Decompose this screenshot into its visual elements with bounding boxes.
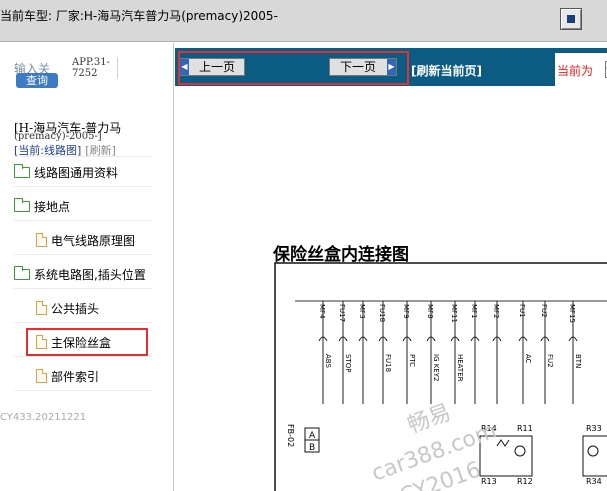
relay-label: R12 <box>517 477 533 486</box>
fuse-mf11: MF11 HEATER <box>450 301 464 404</box>
fuse-name: ABS <box>324 354 332 368</box>
refresh-page-button[interactable]: [刷新当前页] <box>411 62 482 79</box>
watermark: 畅易 <box>405 400 455 439</box>
folder-icon <box>14 265 30 280</box>
connector-label: FB-02 <box>286 424 295 447</box>
divider <box>14 156 152 157</box>
fuse-mf15: MF15 BTN <box>568 301 582 404</box>
tree-item-label: 线路图通用资料 <box>34 165 119 180</box>
fuse-mf8: MF8 IG KEY2 <box>426 301 440 404</box>
fuse-id: MF15 <box>568 304 576 323</box>
fuse-fu2: FU2 FU2 <box>540 301 554 404</box>
fuse-id: FU17 <box>338 304 346 322</box>
tree-item-label: 系统电路图,插头位置 <box>34 267 146 282</box>
fuse-name: PTC <box>408 354 416 367</box>
tree-item-wiring-general[interactable]: 线路图通用资料 <box>14 160 118 184</box>
tree-item-label: 电气线路原理图 <box>51 233 136 248</box>
relay-terminal <box>514 445 526 457</box>
tree-item-schematics[interactable]: 电气线路原理图 <box>36 228 135 252</box>
fuse-fu17: FU17 STOP <box>338 301 352 404</box>
document-icon <box>36 301 47 315</box>
vehicle-subtitle: (premacy)-2005-] <box>14 131 102 142</box>
tree-item-component-index[interactable]: 部件索引 <box>36 364 99 388</box>
fuse-id: FU2 <box>540 304 548 318</box>
divider <box>14 322 152 323</box>
fuse-name: FU2 <box>546 354 554 368</box>
relay-r33-r34: R33 R34 <box>582 424 607 486</box>
fuse-id: FU1 <box>518 304 526 318</box>
divider <box>14 356 152 357</box>
query-button[interactable]: 查询 <box>16 73 58 88</box>
fuse-id: MF11 <box>450 304 458 323</box>
fuse-mf3: MF3 <box>358 301 368 404</box>
fuse-mf1: MF1 <box>470 301 480 404</box>
fuse-name: STOP <box>344 354 352 372</box>
divider <box>14 186 152 187</box>
fuse-id: MF1 <box>470 304 478 319</box>
selected-item-highlight <box>26 328 148 356</box>
toolbar-highlight <box>178 51 409 85</box>
tree-item-ground-points[interactable]: 接地点 <box>14 194 70 218</box>
fuse-layer: MF4 ABS FU17 STOP MF3 FU18 FU18 MF9 PTC MF8 IG KEY… <box>318 301 582 404</box>
window-title: 当前车型: 厂家:H-海马汽车普力马(premacy)2005- <box>0 9 278 23</box>
fuse-id: MF2 <box>492 304 500 319</box>
fuse-id: FU18 <box>378 304 386 322</box>
window-title-bar: 当前车型: 厂家:H-海马汽车普力马(premacy)2005- <box>0 0 607 42</box>
fuse-fu1: FU1 AC <box>518 301 532 404</box>
fuse-box-diagram: MF4 ABS FU17 STOP MF3 FU18 FU18 MF9 PTC MF8 IG KEY… <box>274 262 607 491</box>
relay-label: R33 <box>586 424 602 433</box>
document-icon <box>36 369 47 383</box>
document-icon <box>36 233 47 247</box>
fuse-id: MF9 <box>402 304 410 319</box>
window-nav-button[interactable] <box>560 8 582 30</box>
fuse-name: BTN <box>574 354 582 368</box>
document-viewer: ◀ 上一页 下一页 ▶ [刷新当前页] 当前为 6 保险丝盒内连接图 MF4AB… <box>175 43 607 491</box>
divider <box>14 220 152 221</box>
tree-item-common-connectors[interactable]: 公共插头 <box>36 296 99 320</box>
fuse-name: HEATER <box>456 354 464 382</box>
document-page: 保险丝盒内连接图 MF4 ABS FU17 STOP MF3 FU18 FU18 MF9 PTC… <box>175 86 607 491</box>
fuse-mf4: MF4 ABS <box>318 301 332 404</box>
fuse-mf9: MF9 PTC <box>402 301 416 404</box>
pin-a: A <box>309 431 316 441</box>
tree-item-system-circuits[interactable]: 系统电路图,插头位置 <box>14 262 146 286</box>
connector-fb02: A B FB-02 <box>286 424 320 453</box>
fuse-id: MF4 <box>318 304 326 319</box>
relay-terminal <box>587 445 599 457</box>
fuse-name: IG KEY2 <box>432 354 440 381</box>
fuse-id: MF3 <box>358 304 366 319</box>
fuse-name: AC <box>524 354 532 364</box>
tree-item-label: 公共插头 <box>51 301 100 316</box>
tree-item-label: 部件索引 <box>51 369 100 384</box>
fuse-id: MF8 <box>426 304 434 319</box>
stop-icon <box>567 15 575 23</box>
current-page-label: 当前为 <box>557 64 594 78</box>
divider <box>14 390 152 391</box>
folder-icon <box>14 197 30 212</box>
fuse-fu18: FU18 FU18 <box>378 301 392 404</box>
pin-b: B <box>309 443 315 453</box>
relay-label: R34 <box>586 477 602 486</box>
viewer-toolbar: ◀ 上一页 下一页 ▶ [刷新当前页] 当前为 6 <box>175 48 607 91</box>
fuse-name: FU18 <box>384 354 392 372</box>
app-version: APP.31-7252 <box>72 57 118 79</box>
relay-label: R11 <box>517 424 533 433</box>
build-id: CY433.20211221 <box>0 412 87 423</box>
sidebar: 输入关 查询 APP.31-7252 [H-海马汽车-普力马 (premacy)… <box>0 43 174 491</box>
fuse-mf2: MF2 <box>492 301 502 404</box>
divider <box>14 254 152 255</box>
folder-icon <box>14 163 30 178</box>
divider <box>14 288 152 289</box>
tree-item-label: 接地点 <box>34 199 71 214</box>
